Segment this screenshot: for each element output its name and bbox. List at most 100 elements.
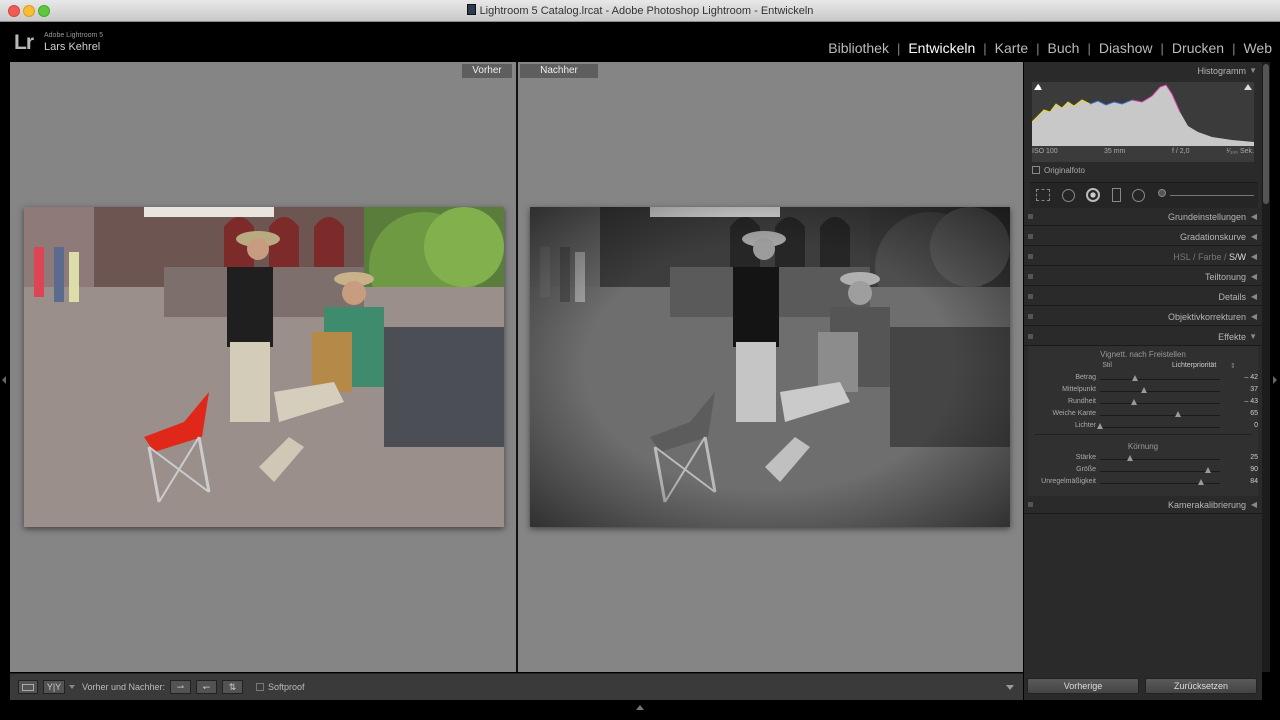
grain-slider-label: Unregelmäßigkeit [1041, 478, 1096, 485]
vignette-style-select[interactable]: Lichterpriorität [1172, 362, 1216, 369]
scrollbar-thumb[interactable] [1263, 64, 1269, 204]
vignette-slider-row: Rundheit – 43 [1028, 398, 1258, 410]
spot-removal-icon[interactable] [1062, 189, 1075, 202]
panel-objektivkorrekturen[interactable]: Objektivkorrekturen ◀ [1024, 308, 1262, 326]
original-photo-toggle[interactable]: Originalfoto [1032, 166, 1085, 175]
brush-icon[interactable] [1158, 189, 1166, 197]
module-buch[interactable]: Buch [1048, 40, 1080, 56]
vignette-slider-track[interactable] [1100, 379, 1220, 380]
view-dropdown-icon[interactable] [69, 685, 75, 689]
module-web[interactable]: Web [1243, 40, 1272, 56]
histogram-chart[interactable] [1031, 82, 1254, 162]
vignette-slider-track[interactable] [1100, 403, 1220, 404]
identity-plate: Lr Adobe Lightroom 5 Lars Kehrel Bibliot… [0, 22, 1280, 60]
after-photo-image [530, 207, 1010, 527]
loupe-view-button[interactable] [18, 680, 38, 694]
vignette-slider-label: Rundheit [1067, 398, 1096, 405]
effects-panel-body: Vignett. nach Freistellen Stil Lichterpr… [1028, 346, 1258, 496]
module-karte[interactable]: Karte [995, 40, 1028, 56]
expand-icon: ◀ [1250, 272, 1257, 281]
panel-gradationskurve[interactable]: Gradationskurve ◀ [1024, 228, 1262, 246]
crop-tool-icon[interactable] [1036, 189, 1050, 201]
grain-slider-track[interactable] [1100, 459, 1220, 460]
red-eye-icon[interactable] [1086, 188, 1100, 202]
vignette-slider-label: Weiche Kante [1052, 410, 1096, 417]
vignette-slider-thumb[interactable] [1130, 399, 1137, 405]
vignette-slider-value[interactable]: – 43 [1230, 398, 1258, 405]
vignette-slider-track[interactable] [1100, 427, 1220, 428]
grain-slider-value[interactable]: 90 [1230, 466, 1258, 473]
brush-slider[interactable] [1170, 195, 1254, 196]
after-pane[interactable]: Nachher [518, 62, 1023, 672]
vignette-slider-label: Lichter [1074, 422, 1096, 429]
vignette-slider-row: Weiche Kante 65 [1028, 410, 1258, 422]
module-bibliothek[interactable]: Bibliothek [828, 40, 889, 56]
grain-slider-thumb[interactable] [1197, 479, 1204, 485]
lightroom-logo: Lr [14, 31, 34, 54]
grain-slider-value[interactable]: 84 [1230, 478, 1258, 485]
panel-hsl[interactable]: HSL / Farbe / S/W ◀ [1024, 248, 1262, 266]
user-name: Lars Kehrel [44, 41, 101, 53]
swap-settings-button[interactable]: ⇅ [222, 680, 243, 694]
histogram-graph [1031, 84, 1254, 146]
panel-teiltonung[interactable]: Teiltonung ◀ [1024, 268, 1262, 286]
vignette-slider-value[interactable]: 37 [1230, 386, 1258, 393]
softproof-label: Softproof [268, 682, 305, 692]
module-entwickeln[interactable]: Entwickeln [908, 40, 975, 56]
window-title: Lightroom 5 Catalog.lrcat - Adobe Photos… [0, 4, 1280, 17]
vignette-style-row: Stil Lichterpriorität ⇕ [1102, 362, 1236, 370]
before-after-view-button[interactable]: Y|Y [43, 680, 65, 694]
panel-details[interactable]: Details ◀ [1024, 288, 1262, 306]
filmstrip-edge [0, 700, 1280, 720]
previous-button[interactable]: Vorherige [1027, 678, 1139, 694]
grain-slider-row: Stärke 25 [1028, 454, 1258, 466]
panel-effekte[interactable]: Effekte ▼ [1024, 328, 1262, 346]
right-panel-toggle-icon[interactable] [1273, 376, 1277, 384]
module-drucken[interactable]: Drucken [1172, 40, 1224, 56]
vignette-slider-thumb[interactable] [1097, 423, 1103, 429]
module-picker: Bibliothek | Entwickeln | Karte | Buch | Dia… [828, 40, 1272, 56]
vignette-slider-track[interactable] [1100, 415, 1220, 416]
expand-icon: ◀ [1250, 500, 1257, 509]
vignette-slider-thumb[interactable] [1131, 375, 1138, 381]
highlight-clipping-icon[interactable] [1244, 84, 1252, 90]
histogram-header[interactable]: Histogramm ▼ [1024, 62, 1262, 80]
grain-slider-track[interactable] [1100, 471, 1220, 472]
grain-slider-label: Größe [1076, 466, 1096, 473]
expand-icon: ◀ [1250, 212, 1257, 221]
grain-title: Körnung [1127, 442, 1159, 451]
graduated-filter-icon[interactable] [1112, 188, 1121, 202]
after-photo[interactable] [530, 207, 1010, 527]
vignette-slider-thumb[interactable] [1141, 387, 1148, 393]
grain-slider-value[interactable]: 25 [1230, 454, 1258, 461]
vignette-slider-value[interactable]: 0 [1230, 422, 1258, 429]
grain-slider-thumb[interactable] [1127, 455, 1133, 461]
vignette-slider-track[interactable] [1100, 391, 1220, 392]
tool-strip [1030, 182, 1258, 208]
radial-filter-icon[interactable] [1132, 189, 1145, 202]
reset-button[interactable]: Zurücksetzen [1145, 678, 1257, 694]
vignette-slider-thumb[interactable] [1175, 411, 1181, 417]
panel-kamerakalibrierung[interactable]: Kamerakalibrierung ◀ [1024, 496, 1262, 514]
left-panel-toggle-icon[interactable] [2, 376, 6, 384]
shadow-clipping-icon[interactable] [1034, 84, 1042, 90]
grain-slider-thumb[interactable] [1205, 467, 1211, 473]
vignette-slider-label: Mittelpunkt [1062, 386, 1096, 393]
module-diashow[interactable]: Diashow [1099, 40, 1153, 56]
softproof-checkbox[interactable] [256, 683, 264, 691]
copy-before-to-after-button[interactable]: ⇀ [170, 680, 191, 694]
before-pane[interactable]: Vorher [10, 62, 516, 672]
copy-after-to-before-button[interactable]: ↽ [196, 680, 217, 694]
grain-slider-row: Größe 90 [1028, 466, 1258, 478]
filmstrip-toggle-icon[interactable] [636, 705, 644, 710]
vignette-title: Vignett. nach Freistellen [1100, 350, 1186, 359]
vignette-slider-value[interactable]: 65 [1230, 410, 1258, 417]
original-photo-checkbox[interactable] [1032, 166, 1040, 174]
toolbar: Y|Y Vorher und Nachher: ⇀ ↽ ⇅ Softproof [10, 673, 1023, 700]
before-photo[interactable] [24, 207, 504, 527]
panel-grundeinstellungen[interactable]: Grundeinstellungen ◀ [1024, 208, 1262, 226]
toolbar-menu-icon[interactable] [1006, 685, 1014, 690]
vignette-slider-value[interactable]: – 42 [1230, 374, 1258, 381]
chevron-updown-icon[interactable]: ⇕ [1230, 362, 1236, 370]
expand-icon: ◀ [1250, 312, 1257, 321]
